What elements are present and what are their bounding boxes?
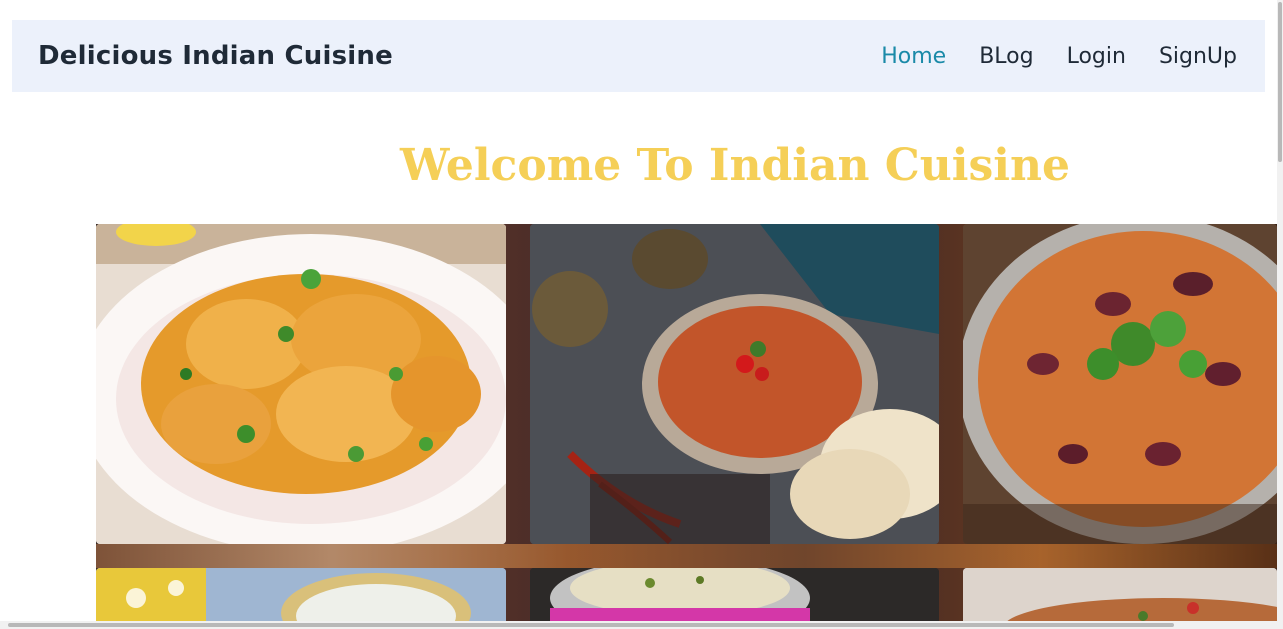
curry-dish-image [963,568,1277,629]
nav-link-home[interactable]: Home [881,44,946,69]
horizontal-scrollbar-thumb[interactable] [8,623,1174,627]
gallery-card-chicken-curry[interactable] [96,224,506,544]
horizontal-scrollbar[interactable] [0,621,1283,629]
gallery-card-raita[interactable] [96,568,506,629]
gallery-card-dal-naan[interactable] [530,224,939,544]
nav-link-login[interactable]: Login [1067,44,1126,69]
gallery-card-curry[interactable] [963,568,1277,629]
chicken-curry-image [96,224,506,544]
raita-bowl-image [96,568,506,629]
nav-link-signup[interactable]: SignUp [1159,44,1237,69]
nav-links: Home BLog Login SignUp [881,44,1237,69]
gallery-card-biryani[interactable] [530,568,939,629]
vertical-scrollbar-thumb[interactable] [1278,2,1282,162]
page-title: Welcome To Indian Cuisine [400,140,1070,191]
rajma-curry-image [963,224,1277,544]
gallery-card-rajma[interactable] [963,224,1277,544]
dal-with-naan-image [530,224,939,544]
navbar: Delicious Indian Cuisine Home BLog Login… [12,20,1265,92]
biryani-pot-image [530,568,939,629]
brand-title[interactable]: Delicious Indian Cuisine [38,41,393,71]
vertical-scrollbar[interactable] [1277,0,1283,629]
nav-link-blog[interactable]: BLog [979,44,1033,69]
